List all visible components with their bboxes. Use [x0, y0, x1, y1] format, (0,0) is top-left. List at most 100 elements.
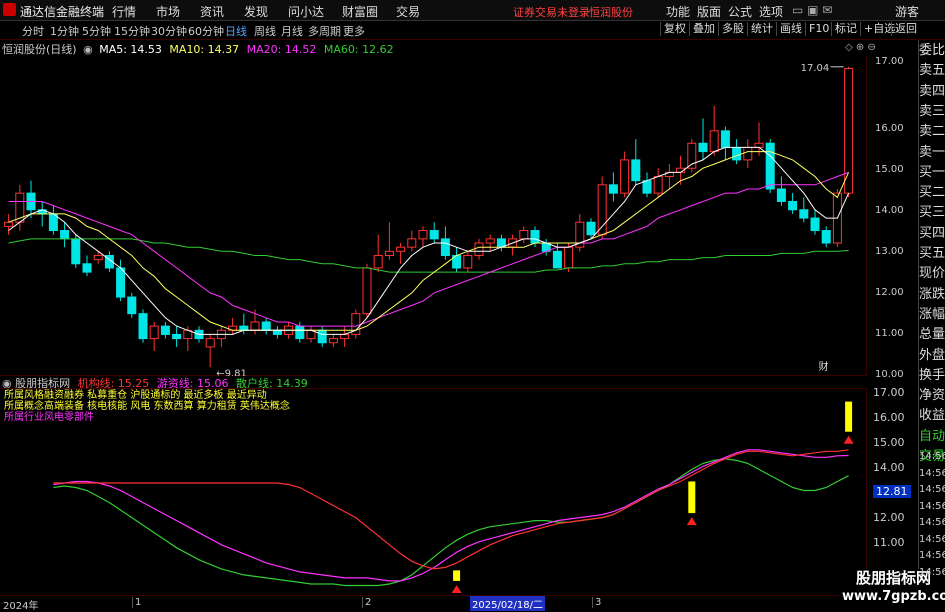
candle-body [328, 338, 338, 344]
period-tab-weekly[interactable]: 周线 [254, 23, 276, 39]
btn-overlay[interactable]: 叠加 [689, 22, 718, 36]
btn-f10[interactable]: F10 [805, 22, 832, 36]
menu-item-options[interactable]: 选项 [759, 3, 783, 20]
candle-body [272, 329, 282, 335]
side-label[interactable]: 涨跌 [919, 286, 945, 303]
indicator-chart[interactable] [0, 388, 870, 593]
candle-body [653, 176, 663, 194]
side-label[interactable]: 委比 [919, 42, 945, 59]
menu-item-news[interactable]: 资讯 [200, 3, 224, 20]
ma10-value: MA10: 14.37 [169, 43, 240, 56]
btn-multi-stock[interactable]: 多股 [718, 22, 747, 36]
candle-body [765, 142, 775, 190]
top-stock-name[interactable]: 恒润股份 [589, 4, 633, 20]
side-label[interactable]: 自动 [919, 428, 945, 445]
panel-control-icons[interactable]: ◇ ⊕ ⊖ [845, 42, 876, 53]
btn-mark[interactable]: 标记 [831, 22, 860, 36]
chart-title: 恒润股份(日线) [2, 43, 77, 56]
side-label[interactable]: 净资 [919, 387, 945, 404]
side-label[interactable]: 收益 [919, 407, 945, 424]
period-tab-5min[interactable]: 5分钟 [82, 23, 111, 39]
candle-body [474, 242, 484, 256]
candle-body [810, 217, 820, 232]
login-notice[interactable]: 证券交易未登录 [513, 4, 590, 20]
chart-settings-icon[interactable]: ◉ [83, 43, 93, 56]
side-label[interactable]: 买四 [919, 225, 945, 242]
btn-back[interactable]: 返回 [891, 22, 920, 36]
btn-stats[interactable]: 统计 [747, 22, 776, 36]
candle-body [317, 329, 327, 344]
side-label[interactable]: 换手 [919, 367, 945, 384]
candle-body [261, 321, 271, 331]
period-tab-30min[interactable]: 30分钟 [151, 23, 187, 39]
candle-body [608, 184, 618, 194]
menu-item-trade[interactable]: 交易 [396, 3, 420, 20]
menu-item-market[interactable]: 市场 [156, 3, 180, 20]
candle-body [844, 67, 854, 194]
candle-body [93, 254, 103, 261]
side-label[interactable]: 卖二 [919, 123, 945, 140]
btn-draw[interactable]: 画线 [776, 22, 805, 36]
period-tab-more[interactable]: 更多 [343, 23, 365, 39]
axis-tick: 15.00 [875, 164, 904, 175]
side-label[interactable]: 买一 [919, 164, 945, 181]
period-tab-multi[interactable]: 多周期 [308, 23, 341, 39]
candle-body [239, 325, 249, 331]
period-tab-15min[interactable]: 15分钟 [114, 23, 150, 39]
candle-body [642, 180, 652, 194]
side-label[interactable]: 总量 [919, 326, 945, 343]
date-label: 2 [362, 597, 371, 608]
candle-body [698, 142, 708, 153]
side-label[interactable]: 涨幅 [919, 306, 945, 323]
side-label[interactable]: 买二 [919, 184, 945, 201]
menu-item-layout[interactable]: 版面 [697, 3, 721, 20]
candle-body [732, 146, 742, 161]
period-tab-1min[interactable]: 1分钟 [50, 23, 79, 39]
user-label[interactable]: 游客 [895, 3, 919, 20]
side-label[interactable]: 买五 [919, 245, 945, 262]
candle-body [743, 146, 753, 161]
candle-body [709, 130, 719, 153]
side-label[interactable]: 外盘 [919, 347, 945, 364]
indicator-axis: 17.00 16.00 15.00 14.00 12.81 12.00 11.0… [866, 386, 919, 593]
side-label[interactable]: 现价 [919, 265, 945, 282]
side-time: 14:56 [919, 550, 945, 561]
side-label[interactable]: 卖四 [919, 83, 945, 100]
side-label[interactable]: 卖五 [919, 62, 945, 79]
buy-signal-arrow [843, 435, 854, 444]
candle-body [776, 188, 786, 202]
side-label[interactable]: 卖三 [919, 103, 945, 120]
menu-item-discover[interactable]: 发现 [244, 3, 268, 20]
menu-item-formula[interactable]: 公式 [728, 3, 752, 20]
btn-fuquan[interactable]: 复权 [660, 22, 689, 36]
candle-body [116, 267, 126, 298]
menu-item-ask[interactable]: 问小达 [288, 3, 324, 20]
axis-tick: 14.00 [875, 205, 904, 216]
period-tab-timeshare[interactable]: 分时 [22, 23, 44, 39]
side-label[interactable]: 买三 [919, 204, 945, 221]
axis-tick: 17.00 [875, 56, 904, 67]
candle-body [373, 254, 383, 269]
candle-body [519, 230, 529, 240]
price-axis: 17.00 16.00 15.00 14.00 13.00 12.00 11.0… [866, 56, 919, 380]
candle-body [172, 333, 182, 340]
axis-tick: 12.00 [875, 287, 904, 298]
menu-item-wealth[interactable]: 财富圈 [342, 3, 378, 20]
signal-bar [845, 401, 853, 432]
candle-body [250, 321, 260, 331]
period-tab-monthly[interactable]: 月线 [281, 23, 303, 39]
candle-body [597, 184, 607, 236]
axis-tick: 12.00 [873, 511, 905, 524]
window-icons[interactable]: ▭ ▣ ✉ [792, 3, 832, 17]
menu-item-quotes[interactable]: 行情 [112, 3, 136, 20]
candle-body [799, 209, 809, 219]
side-label[interactable]: 卖一 [919, 144, 945, 161]
menu-item-function[interactable]: 功能 [666, 3, 690, 20]
period-tab-60min[interactable]: 60分钟 [188, 23, 224, 39]
app-title: 通达信金融终端 [20, 5, 105, 19]
price-chart[interactable]: 17.04←9.81财 [0, 56, 870, 376]
candle-body [552, 250, 562, 269]
ma60-value: MA60: 12.62 [323, 43, 394, 56]
period-tab-daily[interactable]: 日线 [225, 23, 247, 39]
candle-body [440, 238, 450, 256]
